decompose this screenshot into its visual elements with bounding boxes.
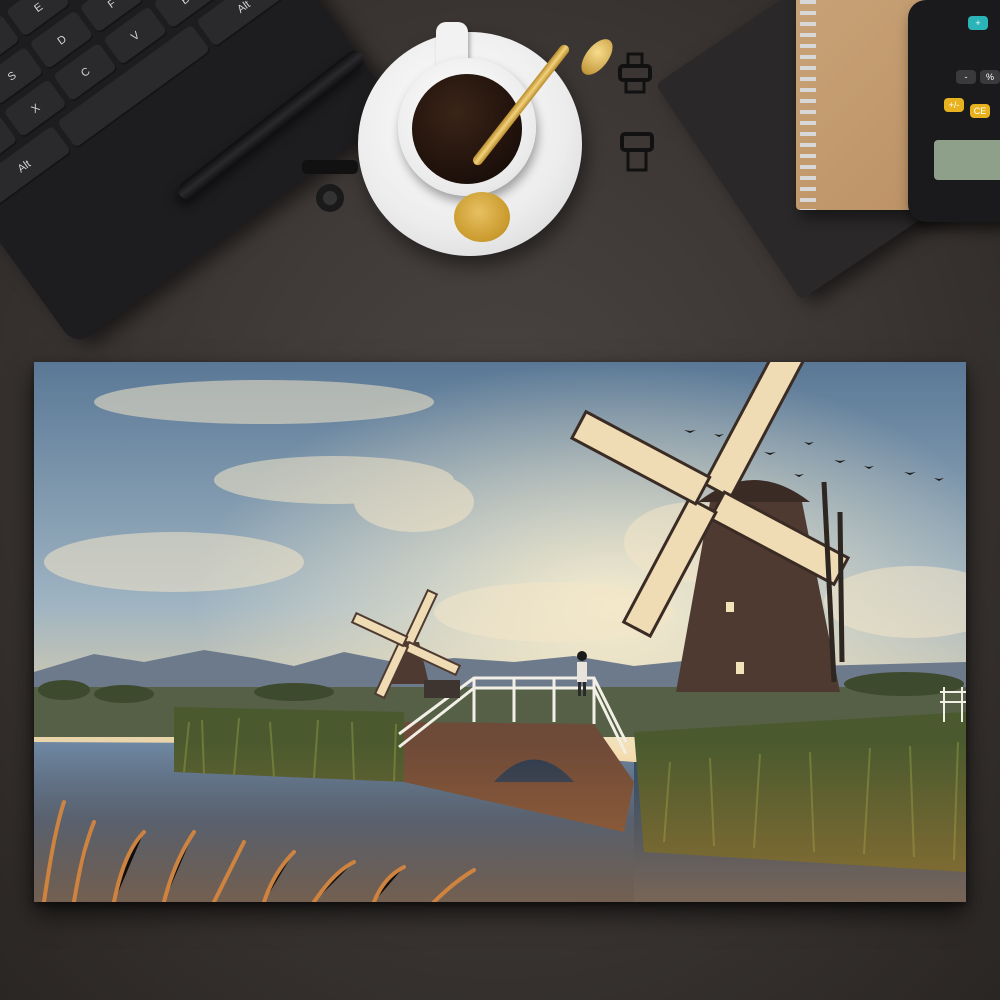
binder-clip-icon [618, 52, 652, 94]
canvas-print [34, 362, 966, 902]
calculator-screen [934, 140, 1000, 180]
notebook-spiral [800, 0, 816, 210]
binder-clip-icon [302, 160, 358, 212]
windmill-artwork [34, 362, 966, 902]
gold-coin [454, 192, 510, 242]
calc-key: +/- [944, 98, 964, 112]
desk-surface: Q W E R T Y A S D F G H Z X C V B N Alt … [0, 0, 1000, 1000]
calc-key: - [956, 70, 976, 84]
calc-key: + [968, 16, 988, 30]
calc-key: CE [970, 104, 990, 118]
calc-key: % [980, 70, 1000, 84]
gold-spoon-head [575, 33, 619, 81]
binder-clip-icon [620, 132, 654, 172]
key: Alt [196, 0, 292, 49]
